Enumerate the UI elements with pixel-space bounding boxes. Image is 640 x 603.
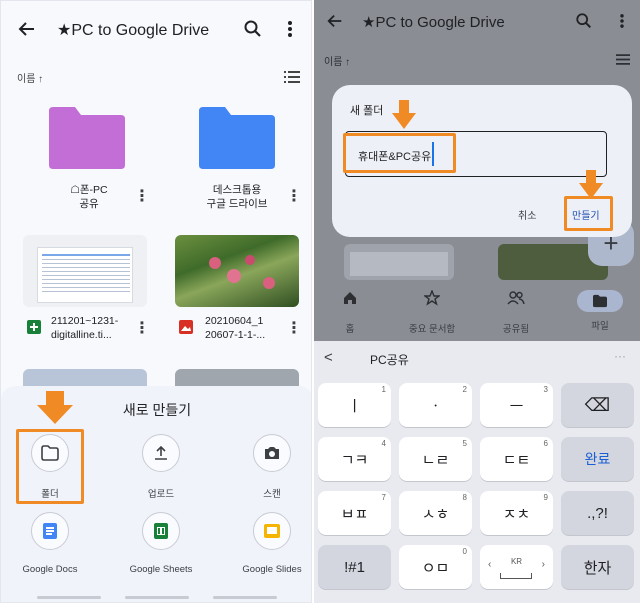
highlight-box <box>564 196 613 231</box>
key[interactable]: ㅈㅊ 9 <box>480 491 553 535</box>
more-vert-icon[interactable] <box>616 12 628 30</box>
sheets-icon <box>27 320 41 334</box>
key[interactable]: ㅂㅍ 7 <box>318 491 391 535</box>
nav-shared[interactable]: 공유됨 <box>484 290 548 335</box>
file-thumbnail[interactable] <box>23 235 147 307</box>
more-vert-icon[interactable] <box>283 19 297 39</box>
folder-icon <box>49 107 125 169</box>
cancel-button[interactable]: 취소 <box>518 207 536 222</box>
page-title: ★PC to Google Drive <box>57 22 210 39</box>
nav-label: 중요 문서함 <box>408 324 456 335</box>
key[interactable]: ㅡ3 <box>480 383 553 427</box>
nav-label: 공유됨 <box>502 324 530 335</box>
people-icon <box>507 291 525 305</box>
option-label: Google Docs <box>22 564 78 575</box>
korean-keyboard: < PC공유 ··· ㅣ1 ㆍ2 ㅡ3 ⌫ ㄱㅋ 4 ㄴㄹ 5 ㄷㅌ 6 완료 ㅂㅍ 7… <box>314 341 640 603</box>
key[interactable]: ㅇㅁ 0 <box>399 545 472 589</box>
right-screenshot: ★PC to Google Drive 이름 ↑ + 새 폴더 휴대폰&PC공유… <box>314 0 640 603</box>
arrow-left-icon[interactable] <box>17 19 37 39</box>
slides-icon <box>264 524 280 538</box>
punctuation-key[interactable]: .,?! <box>561 491 634 535</box>
divider <box>37 596 101 599</box>
more-vert-icon[interactable]: ⋮ <box>286 187 302 207</box>
file-thumbnail <box>344 244 454 280</box>
folder-name: 데스크톱용 구글 드라이브 <box>206 184 268 210</box>
search-icon[interactable] <box>243 19 263 39</box>
nav-files[interactable]: 파일 <box>568 290 632 332</box>
star-icon <box>422 289 442 306</box>
page-title: ★PC to Google Drive <box>362 14 505 31</box>
space-key[interactable]: ‹ KR › <box>480 545 553 589</box>
divider <box>213 596 277 599</box>
backspace-icon: ⌫ <box>584 394 611 415</box>
nav-starred[interactable]: 중요 문서함 <box>400 289 464 335</box>
done-key[interactable]: 완료 <box>561 437 634 481</box>
list-view-icon[interactable] <box>284 71 300 83</box>
key[interactable]: ㄷㅌ 6 <box>480 437 553 481</box>
backspace-key[interactable]: ⌫ <box>561 383 634 427</box>
suggestion-word[interactable]: PC공유 <box>370 351 409 368</box>
divider <box>125 596 189 599</box>
symbols-key[interactable]: !#1 <box>318 545 391 589</box>
sort-by-name[interactable]: 이름 ↑ <box>324 53 350 68</box>
docs-icon <box>43 523 57 539</box>
chevron-right-icon: › <box>541 559 545 570</box>
key[interactable]: ㅣ1 <box>318 383 391 427</box>
nav-home[interactable]: 홈 <box>318 290 382 335</box>
camera-icon <box>265 447 279 459</box>
key[interactable]: ㆍ2 <box>399 383 472 427</box>
folder-icon <box>593 294 607 308</box>
file-name: 20210604_1 20607-1-1-... <box>205 315 266 341</box>
left-screenshot: ★PC to Google Drive 이름 ↑ ☖폰-PC 공유 ⋮ 데스크톱… <box>0 0 312 603</box>
more-vert-icon[interactable]: ⋮ <box>134 187 150 207</box>
home-icon <box>344 292 356 304</box>
option-label: Google Sheets <box>129 564 193 575</box>
annotation-arrow-icon <box>37 391 73 424</box>
google-sheets-button[interactable] <box>142 512 180 550</box>
scan-button[interactable] <box>253 434 291 472</box>
nav-label: 홈 <box>345 324 355 335</box>
file-thumbnail <box>23 369 147 387</box>
more-vert-icon[interactable]: ⋮ <box>286 319 302 339</box>
top-app-bar: ★PC to Google Drive <box>1 1 311 57</box>
option-label: 스캔 <box>263 489 281 500</box>
sheets-icon <box>154 523 168 539</box>
image-icon <box>179 320 193 334</box>
dialog-title: 새 폴더 <box>350 105 384 117</box>
key[interactable]: ㄱㅋ 4 <box>318 437 391 481</box>
upload-icon <box>155 445 167 460</box>
option-label: Google Slides <box>242 564 302 575</box>
search-icon[interactable] <box>575 12 593 30</box>
folder-name: ☖폰-PC 공유 <box>70 184 108 210</box>
list-view-icon[interactable] <box>616 54 630 65</box>
folder-icon <box>199 107 275 169</box>
option-label: 업로드 <box>147 489 175 500</box>
bottom-nav: 홈 중요 문서함 공유됨 파일 <box>314 282 640 341</box>
upload-button[interactable] <box>142 434 180 472</box>
nav-label: 파일 <box>591 321 609 332</box>
image-thumbnail[interactable] <box>175 235 299 307</box>
google-slides-button[interactable] <box>253 512 291 550</box>
file-thumbnail <box>175 369 299 387</box>
more-horiz-icon[interactable]: ··· <box>614 349 626 363</box>
file-name: 211201~1231- digitalline.ti... <box>51 315 119 341</box>
key[interactable]: ㄴㄹ 5 <box>399 437 472 481</box>
hanja-key[interactable]: 한자 <box>561 545 634 589</box>
suggestion-back-button[interactable]: < <box>324 349 333 366</box>
sort-by-name[interactable]: 이름 ↑ <box>17 70 43 85</box>
chevron-left-icon: ‹ <box>488 559 492 570</box>
arrow-left-icon[interactable] <box>326 12 344 30</box>
key[interactable]: ㅅㅎ 8 <box>399 491 472 535</box>
annotation-arrow-icon <box>392 100 416 129</box>
more-vert-icon[interactable]: ⋮ <box>134 319 150 339</box>
highlight-box <box>343 133 456 173</box>
space-bar-icon <box>500 573 532 579</box>
google-docs-button[interactable] <box>31 512 69 550</box>
highlight-box <box>16 429 84 504</box>
